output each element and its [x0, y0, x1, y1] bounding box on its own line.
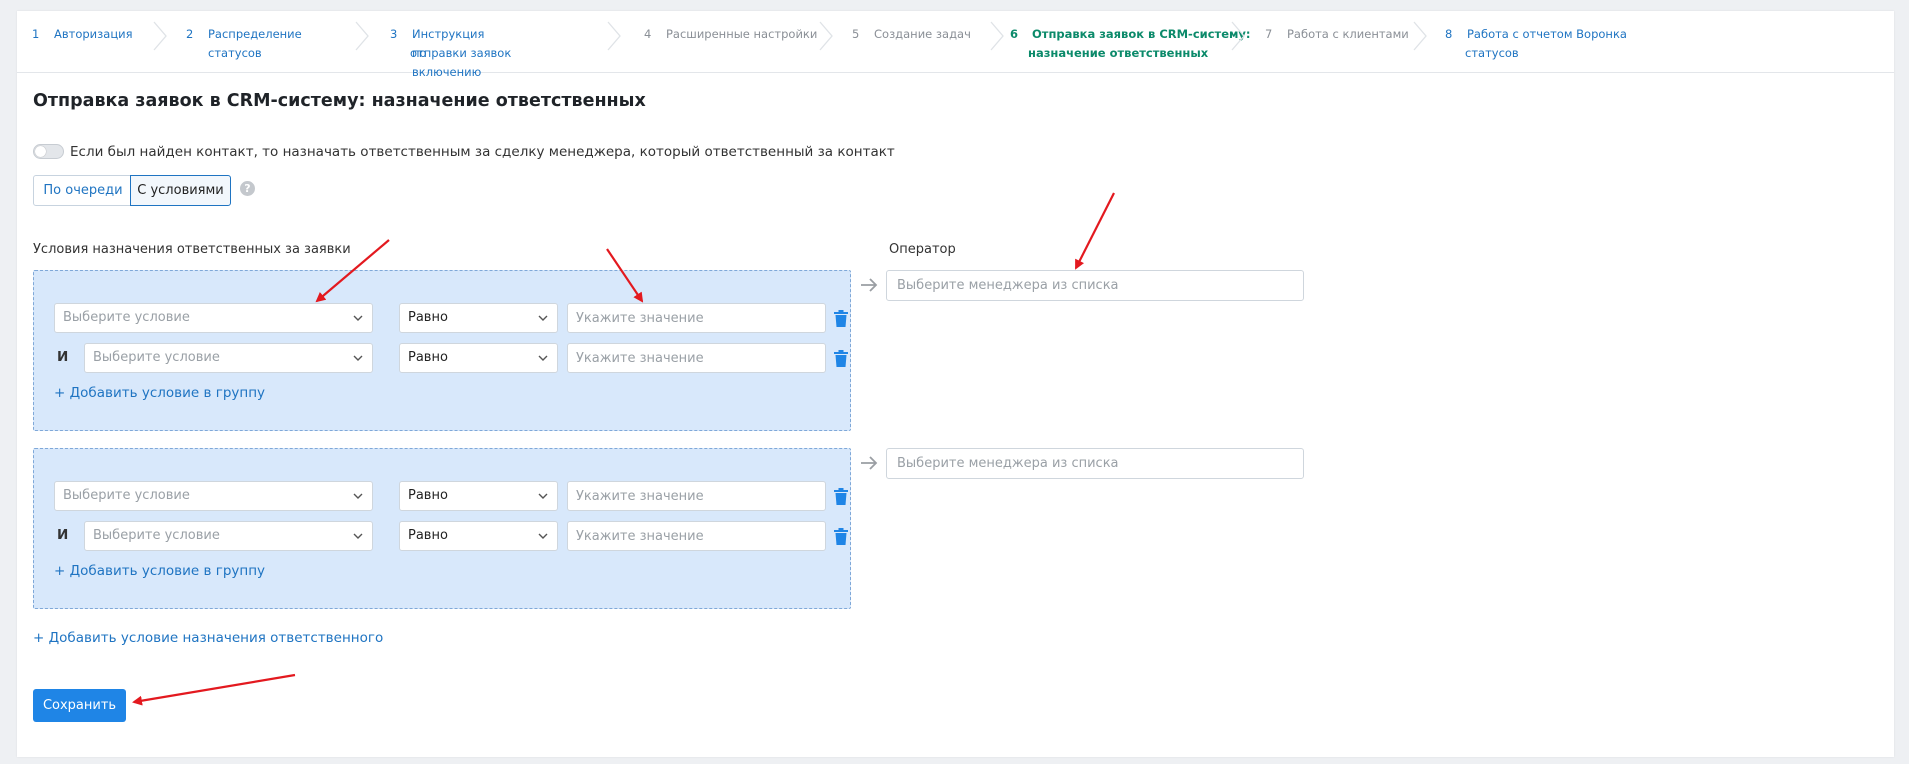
mode-conditions-button[interactable]: С условиями [130, 175, 231, 206]
condition-group: Выберите условие Равно И Выберите услови… [33, 448, 851, 609]
operator-select[interactable]: Равно [399, 481, 558, 511]
settings-card: 1 Авторизация 2 Распределение статусов 3… [17, 11, 1894, 757]
trash-icon[interactable] [834, 350, 848, 367]
page-title: Отправка заявок в CRM-систему: назначени… [33, 91, 646, 111]
chevron-down-icon [353, 533, 363, 539]
toggle-label: Если был найден контакт, то назначать от… [70, 144, 895, 160]
chevron-down-icon [353, 315, 363, 321]
mode-queue-button[interactable]: По очереди [33, 175, 133, 206]
chevron-down-icon [353, 493, 363, 499]
chevron-right-icon [153, 21, 167, 51]
chevron-right-icon [355, 21, 369, 51]
trash-icon[interactable] [834, 528, 848, 545]
condition-select[interactable]: Выберите условие [54, 481, 373, 511]
chevron-down-icon [538, 355, 548, 361]
chevron-down-icon [353, 355, 363, 361]
manager-select[interactable] [886, 270, 1304, 301]
value-input[interactable] [567, 343, 826, 373]
arrow-right-icon [861, 278, 878, 292]
chevron-right-icon [819, 21, 833, 51]
value-input[interactable] [567, 303, 826, 333]
chevron-right-icon [1231, 21, 1245, 51]
add-condition-to-group-link[interactable]: + Добавить условие в группу [54, 563, 265, 579]
trash-icon[interactable] [834, 310, 848, 327]
chevron-down-icon [538, 315, 548, 321]
operator-select[interactable]: Равно [399, 521, 558, 551]
chevron-down-icon [538, 533, 548, 539]
chevron-down-icon [538, 493, 548, 499]
chevron-right-icon [1413, 21, 1427, 51]
value-input[interactable] [567, 521, 826, 551]
and-label: И [57, 349, 69, 365]
add-assignment-condition-link[interactable]: + Добавить условие назначения ответствен… [33, 630, 383, 646]
manager-select[interactable] [886, 448, 1304, 479]
add-condition-to-group-link[interactable]: + Добавить условие в группу [54, 385, 265, 401]
save-button[interactable]: Сохранить [33, 689, 126, 722]
contact-owner-toggle[interactable] [33, 144, 64, 159]
trash-icon[interactable] [834, 488, 848, 505]
conditions-section-label: Условия назначения ответственных за заяв… [33, 242, 351, 257]
condition-select[interactable]: Выберите условие [84, 521, 373, 551]
chevron-right-icon [990, 21, 1004, 51]
toggle-knob [35, 146, 46, 157]
wizard-steps: 1 Авторизация 2 Распределение статусов 3… [17, 11, 1894, 79]
help-icon[interactable]: ? [240, 181, 255, 196]
condition-select[interactable]: Выберите условие [54, 303, 373, 333]
value-input[interactable] [567, 481, 826, 511]
arrow-right-icon [861, 456, 878, 470]
operator-column-label: Оператор [889, 242, 956, 257]
chevron-right-icon [607, 21, 621, 51]
condition-group: Выберите условие Равно И Выберите услови… [33, 270, 851, 431]
operator-select[interactable]: Равно [399, 343, 558, 373]
operator-select[interactable]: Равно [399, 303, 558, 333]
condition-select[interactable]: Выберите условие [84, 343, 373, 373]
and-label: И [57, 527, 69, 543]
